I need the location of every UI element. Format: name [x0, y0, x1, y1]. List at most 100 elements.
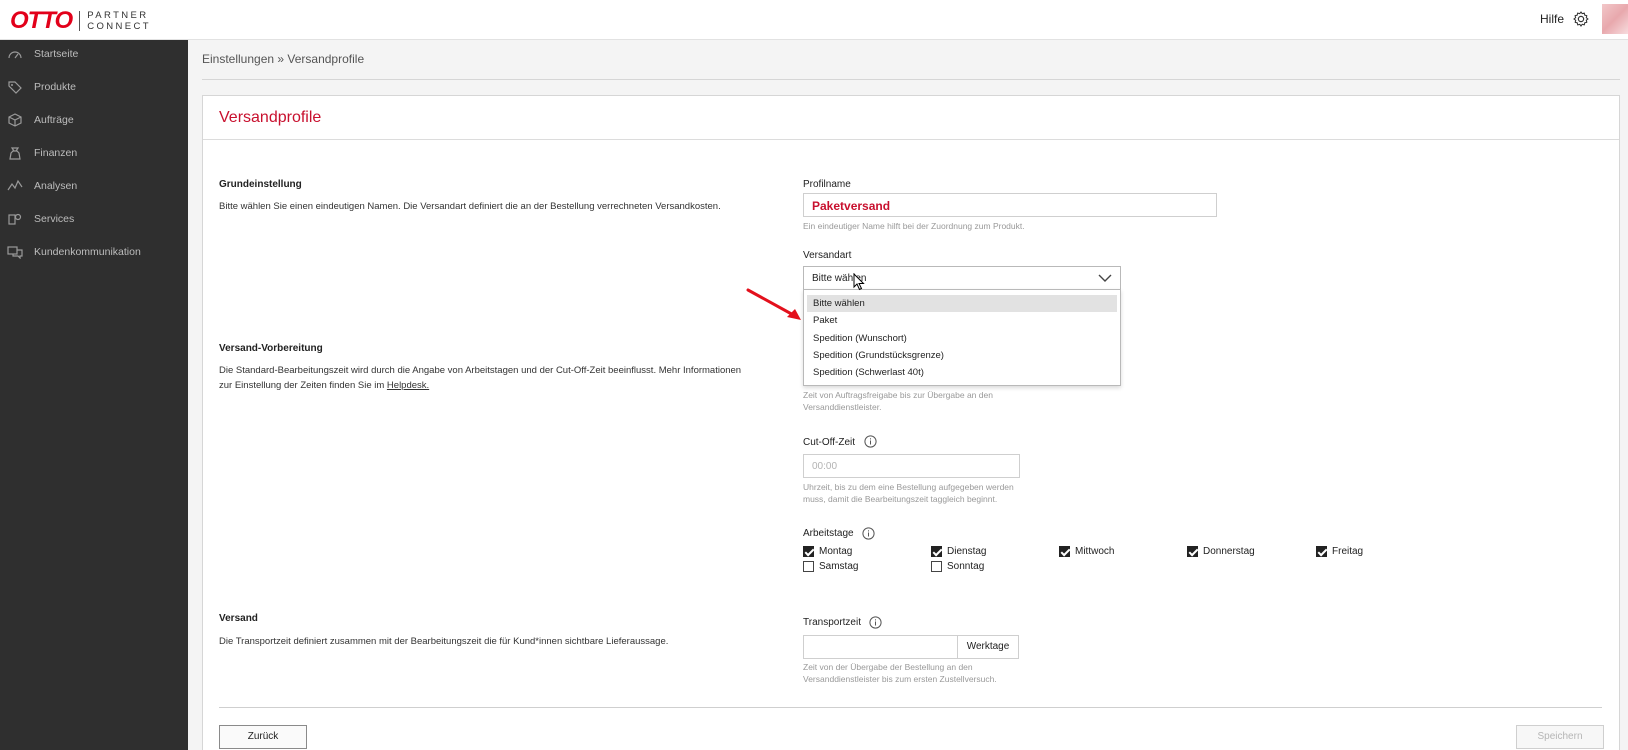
page-title: Versandprofile — [219, 109, 322, 126]
checkbox-checked[interactable] — [803, 546, 814, 557]
back-button[interactable]: Zurück — [219, 725, 307, 749]
transport-hint-line-2: Versanddienstleister bis zum ersten Zust… — [803, 674, 997, 684]
workday-label: Freitag — [1332, 546, 1364, 557]
section-desc-grundeinstellung: Bitte wählen Sie einen eindeutigen Namen… — [219, 201, 721, 212]
sidebar-item-auftraege[interactable]: Aufträge — [0, 106, 188, 134]
checkbox-unchecked[interactable] — [931, 561, 942, 572]
profile-name-hint: Ein eindeutiger Name hilft bei der Zuord… — [803, 221, 1025, 231]
checkbox-checked[interactable] — [1187, 546, 1198, 557]
workday-checkbox-donnerstag[interactable]: Donnerstag — [1187, 546, 1255, 557]
breadcrumb[interactable]: Einstellungen » Versandprofile — [202, 52, 364, 66]
transport-hint-line-1: Zeit von der Übergabe der Bestellung an … — [803, 662, 973, 672]
transport-time-input[interactable] — [803, 635, 958, 659]
processing-hint-line-2: Versanddienstleister. — [803, 402, 882, 412]
cutoff-hint-line-2: muss, damit die Bearbeitungszeit tagglei… — [803, 494, 998, 504]
cutoff-time-input[interactable]: 00:00 — [803, 454, 1020, 478]
sidebar-item-services[interactable]: Services — [0, 205, 188, 233]
transport-unit-addon: Werktage — [957, 635, 1019, 659]
transport-time-hint: Zeit von der Übergabe der Bestellung an … — [803, 661, 997, 685]
sidebar-item-label: Produkte — [34, 81, 77, 93]
workday-label: Samstag — [819, 561, 859, 572]
section-title-grundeinstellung: Grundeinstellung — [219, 179, 302, 190]
help-link[interactable]: Hilfe — [1540, 12, 1564, 26]
checkbox-checked[interactable] — [1316, 546, 1327, 557]
chat-icon — [7, 246, 23, 259]
section-desc-text: zur Einstellung der Zeiten finden Sie im — [219, 380, 387, 391]
profile-name-input[interactable]: Paketversand — [803, 193, 1217, 217]
shipping-type-label: Versandart — [803, 250, 852, 261]
logo-subtitle-line-1: PARTNER — [87, 10, 149, 21]
helpdesk-link[interactable]: Helpdesk. — [387, 380, 429, 391]
transport-time-label: Transportzeit — [803, 617, 861, 628]
section-desc-versand-vorbereitung-line-2: zur Einstellung der Zeiten finden Sie im… — [219, 378, 429, 393]
dropdown-option-paket[interactable]: Paket — [807, 312, 1117, 329]
top-bar: OTTO PARTNER CONNECT Hilfe — [0, 0, 1628, 40]
gear-icon[interactable] — [1572, 10, 1590, 28]
sidebar-item-label: Analysen — [34, 180, 78, 192]
checkbox-checked[interactable] — [1059, 546, 1070, 557]
section-desc-versand-vorbereitung: Die Standard-Bearbeitungszeit wird durch… — [219, 365, 742, 376]
sidebar-item-label: Kundenkommunikation — [34, 246, 141, 258]
cutoff-placeholder: 00:00 — [812, 461, 838, 472]
processing-hint-line-1: Zeit von Auftragsfreigabe bis zur Überga… — [803, 390, 993, 400]
sidebar-item-produkte[interactable]: Produkte — [0, 73, 188, 101]
workday-label: Donnerstag — [1203, 546, 1255, 557]
dropdown-option-spedition-grundstuecksgrenze[interactable]: Spedition (Grundstücksgrenze) — [807, 347, 1117, 364]
info-icon[interactable] — [864, 435, 877, 448]
dashboard-icon — [8, 51, 22, 59]
workday-checkbox-sonntag[interactable]: Sonntag — [931, 561, 984, 572]
dropdown-option-spedition-schwerlast[interactable]: Spedition (Schwerlast 40t) — [807, 364, 1117, 381]
section-title-versand: Versand — [219, 613, 258, 624]
breadcrumb-divider — [202, 79, 1620, 80]
tag-icon — [8, 81, 22, 94]
box-icon — [8, 113, 22, 127]
dropdown-option-spedition-wunschort[interactable]: Spedition (Wunschort) — [807, 330, 1117, 347]
mouse-pointer-icon — [853, 273, 865, 291]
sidebar-nav: Startseite Produkte Aufträge Finanzen An… — [0, 40, 188, 750]
logo-subtitle-line-2: CONNECT — [87, 21, 152, 32]
processing-time-hint: Zeit von Auftragsfreigabe bis zur Überga… — [803, 389, 993, 413]
workday-checkbox-dienstag[interactable]: Dienstag — [931, 546, 986, 557]
sidebar-item-kundenkommunikation[interactable]: Kundenkommunikation — [0, 238, 188, 266]
logo-divider — [79, 11, 81, 31]
info-icon[interactable] — [869, 616, 882, 629]
logo-subtitle: PARTNER CONNECT — [87, 10, 151, 32]
shipping-type-select[interactable]: Bitte wählen — [803, 266, 1121, 290]
logo-brand: OTTO — [10, 7, 73, 34]
info-icon[interactable] — [862, 527, 875, 540]
workday-label: Dienstag — [947, 546, 987, 557]
section-title-versand-vorbereitung: Versand-Vorbereitung — [219, 343, 323, 354]
user-avatar[interactable] — [1602, 4, 1628, 34]
sidebar-item-analysen[interactable]: Analysen — [0, 172, 188, 200]
cutoff-hint: Uhrzeit, bis zu dem eine Bestellung aufg… — [803, 481, 1014, 505]
workday-checkbox-montag[interactable]: Montag — [803, 546, 852, 557]
red-arrow-annotation-icon — [746, 288, 801, 320]
workday-label: Mittwoch — [1075, 546, 1115, 557]
profile-name-label: Profilname — [803, 179, 851, 190]
section-desc-versand: Die Transportzeit definiert zusammen mit… — [219, 636, 669, 647]
services-icon — [8, 213, 22, 225]
cutoff-label: Cut-Off-Zeit — [803, 437, 856, 448]
profile-name-value: Paketversand — [812, 199, 891, 213]
sidebar-item-label: Services — [34, 213, 75, 225]
workday-label: Montag — [819, 546, 853, 557]
checkbox-checked[interactable] — [931, 546, 942, 557]
sidebar-item-startseite[interactable]: Startseite — [0, 40, 188, 68]
save-button[interactable]: Speichern — [1516, 725, 1604, 749]
chevron-down-icon — [1098, 274, 1112, 282]
chart-line-icon — [7, 179, 23, 191]
checkbox-unchecked[interactable] — [803, 561, 814, 572]
workday-checkbox-freitag[interactable]: Freitag — [1316, 546, 1363, 557]
actions-divider — [219, 707, 1602, 708]
cutoff-hint-line-1: Uhrzeit, bis zu dem eine Bestellung aufg… — [803, 482, 1014, 492]
workday-checkbox-samstag[interactable]: Samstag — [803, 561, 858, 572]
sidebar-item-finanzen[interactable]: Finanzen — [0, 139, 188, 167]
workdays-label: Arbeitstage — [803, 528, 854, 539]
otto-partner-connect-logo[interactable]: OTTO PARTNER CONNECT — [10, 7, 151, 35]
sidebar-item-label: Finanzen — [34, 147, 78, 159]
workday-checkbox-mittwoch[interactable]: Mittwoch — [1059, 546, 1114, 557]
workday-label: Sonntag — [947, 561, 985, 572]
dropdown-option-bitte-waehlen[interactable]: Bitte wählen — [807, 295, 1117, 312]
sidebar-item-label: Startseite — [34, 48, 79, 60]
sidebar-item-label: Aufträge — [34, 114, 74, 126]
